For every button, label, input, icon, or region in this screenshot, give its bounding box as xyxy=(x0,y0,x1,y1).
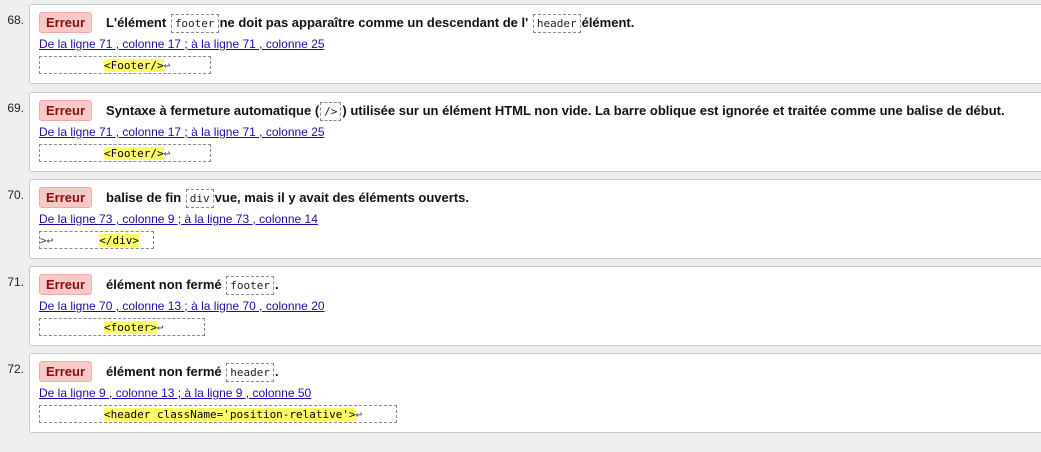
code-snippet: footer xyxy=(226,275,274,295)
message-text: élément non fermé xyxy=(106,276,226,292)
location-link[interactable]: De la ligne 9 , colonne 13 ; à la ligne … xyxy=(39,386,311,400)
message-text: balise de fin xyxy=(106,189,185,205)
error-number: 68. xyxy=(7,13,24,27)
message-text: ) utilisée sur un élément HTML non vide.… xyxy=(342,102,1005,118)
extract-pre: >↩ xyxy=(40,233,54,247)
error-message-line: Erreur élément non fermé header. xyxy=(39,360,279,382)
error-card: Erreur Syntaxe à fermeture automatique (… xyxy=(29,92,1041,172)
code-extract: >↩ </div> xyxy=(39,231,154,249)
error-message: L'élément footer ne doit pas apparaître c… xyxy=(106,13,635,33)
message-text: . xyxy=(274,363,279,379)
code-extract: <Footer/> ↩ xyxy=(39,56,211,74)
message-text: L'élément xyxy=(106,14,170,30)
message-text: Syntaxe à fermeture automatique ( xyxy=(106,102,320,118)
error-message: balise de fin div vue, mais il y avait de… xyxy=(106,188,470,208)
extract-highlight: <footer> xyxy=(104,320,157,334)
error-number: 70. xyxy=(7,188,24,202)
return-icon: ↩ xyxy=(355,407,363,421)
error-card: Erreur élément non fermé header. De la l… xyxy=(29,353,1041,433)
code-snippet: header xyxy=(532,13,581,33)
code-snippet: header xyxy=(226,362,274,382)
error-message-line: Erreur Syntaxe à fermeture automatique (… xyxy=(39,99,1005,121)
message-text: vue, mais il y avait des éléments ouvert… xyxy=(214,189,470,205)
code-snippet: footer xyxy=(170,13,219,33)
return-icon: ↩ xyxy=(156,320,164,334)
return-icon: ↩ xyxy=(163,58,171,72)
message-text: élément. xyxy=(581,14,635,30)
error-message-line: Erreur balise de fin div vue, mais il y a… xyxy=(39,186,469,208)
error-message-line: Erreur élément non fermé footer. xyxy=(39,273,279,295)
message-text: ne doit pas apparaître comme un descenda… xyxy=(219,14,532,30)
error-card: Erreur L'élément footer ne doit pas appar… xyxy=(29,4,1041,84)
error-card: Erreur élément non fermé footer. De la l… xyxy=(29,266,1041,346)
error-message: élément non fermé footer. xyxy=(106,275,279,295)
error-number: 71. xyxy=(7,275,24,289)
code-snippet: /> xyxy=(320,101,342,121)
extract-highlight: <Footer/> xyxy=(104,146,164,160)
error-message-line: Erreur L'élément footer ne doit pas appar… xyxy=(39,11,634,33)
code-extract: <footer> ↩ xyxy=(39,318,205,336)
error-badge: Erreur xyxy=(39,273,93,295)
error-message: Syntaxe à fermeture automatique (/>) uti… xyxy=(106,101,1005,121)
error-badge: Erreur xyxy=(39,186,93,208)
location-link[interactable]: De la ligne 73 , colonne 9 ; à la ligne … xyxy=(39,212,318,226)
extract-highlight: </div> xyxy=(99,233,139,247)
code-extract: <header className='position-relative'> ↩ xyxy=(39,405,397,423)
message-text: élément non fermé xyxy=(106,363,226,379)
location-link[interactable]: De la ligne 70 , colonne 13 ; à la ligne… xyxy=(39,299,325,313)
error-badge: Erreur xyxy=(39,360,93,382)
location-link[interactable]: De la ligne 71 , colonne 17 ; à la ligne… xyxy=(39,125,325,139)
return-icon: ↩ xyxy=(163,146,171,160)
code-extract: <Footer/> ↩ xyxy=(39,144,211,162)
extract-highlight: <header className='position-relative'> xyxy=(104,407,356,421)
error-badge: Erreur xyxy=(39,11,93,33)
message-text: . xyxy=(274,276,279,292)
error-message: élément non fermé header. xyxy=(106,362,279,382)
code-snippet: div xyxy=(185,188,214,208)
error-number: 72. xyxy=(7,362,24,376)
error-number: 69. xyxy=(7,101,24,115)
extract-highlight: <Footer/> xyxy=(104,58,164,72)
location-link[interactable]: De la ligne 71 , colonne 17 ; à la ligne… xyxy=(39,37,325,51)
error-card: Erreur balise de fin div vue, mais il y a… xyxy=(29,179,1041,259)
error-badge: Erreur xyxy=(39,99,93,121)
